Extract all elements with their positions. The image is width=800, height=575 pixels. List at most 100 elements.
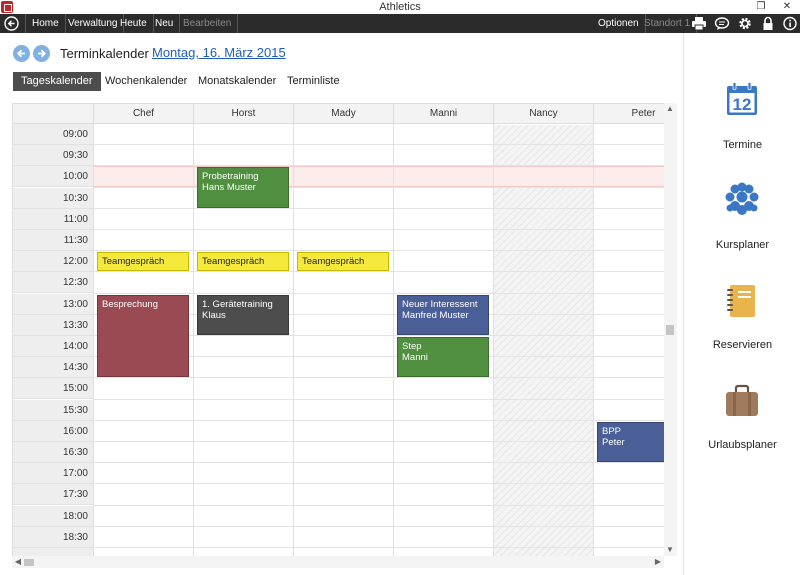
column-divider <box>393 124 394 556</box>
time-slot-label: 09:00 <box>13 124 93 145</box>
calendar-event[interactable]: Teamgespräch <box>197 252 289 272</box>
group-icon <box>725 182 759 215</box>
calendar-event[interactable]: Neuer Interessent Manfred Muster <box>397 294 489 335</box>
calendar-event[interactable]: 1. Gerätetraining Klaus <box>197 294 289 335</box>
scroll-right-icon[interactable]: ▶ <box>653 557 663 567</box>
event-title: Neuer Interessent <box>402 298 478 310</box>
gear-icon[interactable] <box>737 16 753 31</box>
close-window-button[interactable]: ✕ <box>776 0 798 14</box>
menu-bearbeiten[interactable]: Bearbeiten <box>177 14 239 33</box>
info-icon[interactable] <box>782 16 798 31</box>
back-icon[interactable] <box>4 16 19 31</box>
svg-text:12: 12 <box>733 95 752 114</box>
scroll-left-icon[interactable]: ◀ <box>13 557 23 567</box>
row-divider <box>93 419 664 421</box>
event-subtitle: Peter <box>602 436 625 448</box>
time-slot-label: 15:30 <box>13 399 93 421</box>
time-slot-label: 11:30 <box>13 230 93 251</box>
row-divider <box>93 144 664 146</box>
page-title: Terminkalender <box>60 46 149 61</box>
tab-terminliste[interactable]: Terminliste <box>279 72 348 91</box>
tab-wochenkalender[interactable]: Wochenkalender <box>97 72 195 91</box>
lock-icon[interactable] <box>760 16 776 31</box>
time-slot-label: 16:30 <box>13 442 93 463</box>
calendar-event[interactable]: BPP Peter <box>597 421 664 463</box>
menu-bar: Home Verwaltung Heute Neu Bearbeiten Opt… <box>0 14 800 33</box>
column-divider <box>593 124 594 556</box>
event-subtitle: Klaus <box>202 309 226 321</box>
row-divider <box>93 292 664 294</box>
arrow-right-icon <box>38 49 47 58</box>
vertical-scroll-thumb[interactable] <box>666 325 674 335</box>
scroll-down-icon[interactable]: ▼ <box>665 545 675 555</box>
calendar-event[interactable]: Teamgespräch <box>297 252 389 272</box>
row-divider <box>93 462 664 464</box>
calendar-icon: 12 <box>727 82 757 115</box>
row-divider <box>93 377 664 379</box>
horizontal-scroll-thumb[interactable] <box>24 559 34 566</box>
time-slot-label: 15:00 <box>13 378 93 400</box>
print-icon[interactable] <box>691 16 707 31</box>
column-header-chef[interactable]: Chef <box>94 104 194 124</box>
time-slot-label: 13:30 <box>13 314 93 336</box>
row-divider <box>93 186 664 188</box>
menu-heute[interactable]: Heute <box>114 14 154 33</box>
calendar-event[interactable]: Besprechung <box>97 294 189 378</box>
date-picker-link[interactable]: Montag, 16. März 2015 <box>152 45 286 60</box>
row-divider <box>93 207 664 209</box>
side-panel: 12 Termine Kursplaner Reservieren Urlaub… <box>683 33 800 575</box>
column-header-peter[interactable]: Peter <box>594 104 664 124</box>
restore-window-button[interactable]: ❐ <box>750 0 772 14</box>
column-header-nancy[interactable]: Nancy <box>494 104 594 124</box>
side-label-kursplaner: Kursplaner <box>715 239 770 251</box>
event-subtitle: Hans Muster <box>202 182 256 194</box>
calendar-event[interactable]: Step Manni <box>397 337 489 378</box>
side-item-kursplaner[interactable]: Kursplaner <box>684 181 800 253</box>
side-item-urlaubsplaner[interactable]: Urlaubsplaner <box>684 383 800 455</box>
menu-neu[interactable]: Neu <box>149 14 181 33</box>
time-slot-label: 16:00 <box>13 420 93 442</box>
time-slot-label: 10:30 <box>13 187 93 209</box>
event-title: Teamgespräch <box>202 256 265 268</box>
previous-day-button[interactable] <box>13 45 30 62</box>
time-slot-label: 17:30 <box>13 484 93 506</box>
event-title: Probetraining <box>202 171 259 183</box>
notebook-icon <box>727 285 755 317</box>
column-header-mady[interactable]: Mady <box>294 104 394 124</box>
tab-monatskalender[interactable]: Monatskalender <box>190 72 284 91</box>
menu-home[interactable]: Home <box>25 14 66 33</box>
day-calendar-grid[interactable]: 09:00 09:30 10:00 10:30 11:00 11:30 12:00 12:30… <box>12 103 664 556</box>
side-label-urlaubsplaner: Urlaubsplaner <box>708 439 777 451</box>
vertical-scrollbar[interactable]: ▲ ▼ <box>664 103 677 556</box>
calendar-event[interactable]: Teamgespräch <box>97 252 189 272</box>
time-slot-label: 18:30 <box>13 526 93 548</box>
row-divider <box>93 483 664 485</box>
time-column-header <box>13 104 94 124</box>
chat-icon[interactable] <box>714 16 730 31</box>
scroll-up-icon[interactable]: ▲ <box>665 104 675 114</box>
event-title: Besprechung <box>102 298 158 310</box>
next-day-button[interactable] <box>33 45 50 62</box>
side-item-termine[interactable]: 12 Termine <box>684 81 800 153</box>
tab-tageskalender[interactable]: Tageskalender <box>13 72 101 91</box>
event-title: Teamgespräch <box>102 256 165 268</box>
location-selector[interactable]: Standort 1 <box>638 14 698 33</box>
time-slot-label: 14:30 <box>13 357 93 379</box>
row-divider <box>93 504 664 506</box>
column-divider <box>93 124 94 556</box>
unavailable-column <box>494 125 594 556</box>
window-title: Athletics <box>379 1 421 13</box>
event-subtitle: Manfred Muster <box>402 309 469 321</box>
column-divider <box>293 124 294 556</box>
arrow-left-icon <box>16 49 25 58</box>
time-slot-label: 14:00 <box>13 336 93 357</box>
side-item-reservieren[interactable]: Reservieren <box>684 283 800 355</box>
side-label-termine: Termine <box>722 139 763 151</box>
event-title: Teamgespräch <box>302 256 365 268</box>
horizontal-scrollbar[interactable]: ◀ ▶ <box>12 556 664 568</box>
calendar-event[interactable]: Probetraining Hans Muster <box>197 167 289 208</box>
row-divider <box>93 229 664 230</box>
column-header-horst[interactable]: Horst <box>194 104 294 124</box>
column-header-manni[interactable]: Manni <box>394 104 494 124</box>
row-divider <box>93 547 664 548</box>
